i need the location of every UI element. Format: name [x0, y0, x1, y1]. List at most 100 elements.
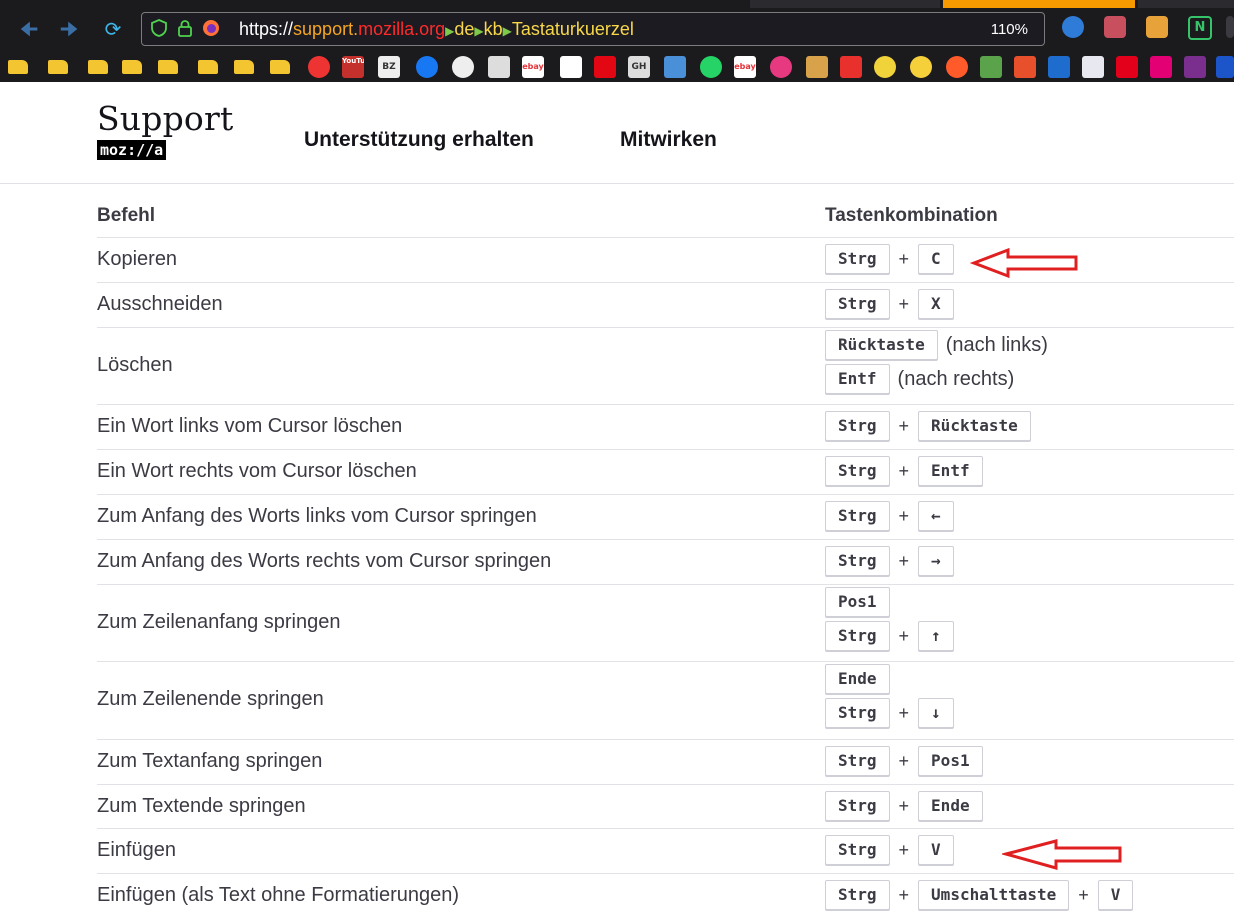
extension-icon[interactable]: N — [1188, 16, 1212, 40]
facebook-icon[interactable] — [416, 56, 438, 78]
amazon-icon[interactable] — [560, 56, 582, 78]
keyboard-key: Strg — [825, 880, 890, 910]
browser-tab[interactable] — [1138, 0, 1234, 8]
key-note: (nach rechts) — [897, 367, 1015, 390]
bookmark-icon[interactable] — [946, 56, 968, 78]
command-label: Zum Zeilenende springen — [97, 688, 324, 710]
extension-icon[interactable] — [1104, 16, 1126, 38]
key-line: Entf (nach rechts) — [825, 364, 1014, 394]
folder-icon[interactable] — [158, 60, 178, 74]
folder-icon[interactable] — [122, 60, 142, 74]
table-row: Löschen Rücktaste (nach links) Entf (nach re… — [97, 327, 1234, 405]
forward-icon[interactable]: 🠊 — [56, 18, 82, 40]
bookmark-icon[interactable] — [664, 56, 686, 78]
bookmark-icon[interactable] — [874, 56, 896, 78]
key-line: Strg + ↑ — [825, 621, 954, 651]
key-line: Strg + V — [825, 835, 954, 865]
key-line: Strg + C — [825, 244, 954, 274]
bookmark-icon[interactable] — [910, 56, 932, 78]
bookmark-icon[interactable] — [1184, 56, 1206, 78]
folder-icon[interactable] — [270, 60, 290, 74]
whatsapp-icon[interactable] — [700, 56, 722, 78]
column-header-keys: Tastenkombination — [825, 205, 998, 226]
bookmark-icon[interactable] — [806, 56, 828, 78]
keyboard-key: ↑ — [918, 621, 954, 651]
plus-sign: + — [898, 884, 910, 905]
browser-tab-active[interactable] — [943, 0, 1135, 8]
zoom-indicator[interactable]: 110% — [991, 21, 1028, 38]
plus-sign: + — [898, 460, 910, 481]
table-row: Ein Wort rechts vom Cursor löschen Strg + E… — [97, 449, 1234, 495]
extension-icon[interactable] — [1146, 16, 1168, 38]
browser-chrome: 🠈 🠊 ⟳ https://support.mozilla.org▶de▶kb▶… — [0, 0, 1234, 82]
sparkasse-icon[interactable] — [594, 56, 616, 78]
shield-icon[interactable] — [150, 19, 168, 37]
plus-sign: + — [898, 293, 910, 314]
bookmark-icon[interactable] — [1216, 56, 1234, 78]
telekom-icon[interactable] — [1150, 56, 1172, 78]
ebay-icon[interactable]: ebay — [522, 56, 544, 78]
command-label: Ausschneiden — [97, 292, 223, 315]
folder-icon[interactable] — [234, 60, 254, 74]
command-label: Zum Zeilenanfang springen — [97, 610, 341, 633]
logo-wordmark[interactable]: Support — [97, 99, 233, 138]
bookmarks-bar: YouTube BZ ebay GH ebay — [0, 54, 1234, 80]
extension-icon[interactable] — [1062, 16, 1084, 38]
command-label: Ein Wort rechts vom Cursor löschen — [97, 459, 417, 482]
folder-icon[interactable] — [198, 60, 218, 74]
table-row: Zum Textanfang springen Strg + Pos1 — [97, 739, 1234, 785]
command-label: Einfügen — [97, 838, 176, 861]
plus-sign: + — [898, 550, 910, 571]
plus-sign: + — [898, 625, 910, 646]
nav-get-support[interactable]: Unterstützung erhalten — [304, 128, 534, 152]
table-row: Zum Zeilenanfang springen Pos1 Strg + ↑ — [97, 584, 1234, 662]
table-row: Zum Anfang des Worts rechts vom Cursor s… — [97, 539, 1234, 585]
plus-sign: + — [898, 795, 910, 816]
folder-icon[interactable] — [48, 60, 68, 74]
bookmark-icon[interactable] — [1116, 56, 1138, 78]
command-label: Löschen — [97, 353, 173, 376]
key-line: Strg + Pos1 — [825, 746, 983, 776]
bookmark-icon[interactable] — [1014, 56, 1036, 78]
key-line: Strg + Umschalttaste + V — [825, 880, 1134, 910]
folder-icon[interactable] — [88, 60, 108, 74]
youtube-icon[interactable]: YouTube — [342, 56, 364, 78]
bookmark-icon[interactable] — [308, 56, 330, 78]
folder-icon[interactable] — [8, 60, 28, 74]
bookmark-icon[interactable] — [1082, 56, 1104, 78]
table-row: Ein Wort links vom Cursor löschen Strg + Rü… — [97, 404, 1234, 450]
mozilla-logo[interactable]: moz://a — [97, 140, 167, 160]
key-line: Rücktaste (nach links) — [825, 330, 1048, 360]
lock-icon[interactable] — [176, 19, 194, 37]
ebay-icon[interactable]: ebay — [734, 56, 756, 78]
keyboard-key: Ende — [918, 791, 983, 821]
keyboard-key: X — [918, 289, 954, 319]
browser-tab[interactable] — [750, 0, 940, 8]
table-row: Einfügen (als Text ohne Formatierungen) S… — [97, 873, 1234, 919]
reload-icon[interactable]: ⟳ — [100, 18, 126, 40]
command-label: Zum Textanfang springen — [97, 749, 323, 772]
command-label: Ein Wort links vom Cursor löschen — [97, 414, 403, 437]
nav-contribute[interactable]: Mitwirken — [620, 128, 717, 152]
url-text[interactable]: https://support.mozilla.org▶de▶kb▶Tastat… — [239, 17, 634, 43]
bookmark-icon[interactable] — [452, 56, 474, 78]
keyboard-key: C — [918, 244, 954, 274]
bookmark-icon[interactable] — [840, 56, 862, 78]
key-line: Strg + ← — [825, 501, 954, 531]
keyboard-key: V — [1097, 880, 1134, 910]
keyboard-key: Entf — [825, 364, 890, 394]
gh-icon[interactable]: GH — [628, 56, 650, 78]
back-icon[interactable]: 🠈 — [16, 18, 42, 40]
bookmark-icon[interactable] — [1048, 56, 1070, 78]
address-bar[interactable]: https://support.mozilla.org▶de▶kb▶Tastat… — [141, 12, 1045, 46]
bookmark-icon[interactable] — [488, 56, 510, 78]
bookmark-icon[interactable] — [980, 56, 1002, 78]
keyboard-key: Strg — [825, 501, 890, 531]
keyboard-key: Strg — [825, 411, 890, 441]
toolbar-menu[interactable] — [1226, 16, 1234, 38]
bz-icon[interactable]: BZ — [378, 56, 400, 78]
key-line: Pos1 — [825, 587, 890, 617]
table-row: Zum Zeilenende springen Ende Strg + ↓ — [97, 661, 1234, 740]
keyboard-key: Rücktaste — [825, 330, 938, 360]
bookmark-icon[interactable] — [770, 56, 792, 78]
